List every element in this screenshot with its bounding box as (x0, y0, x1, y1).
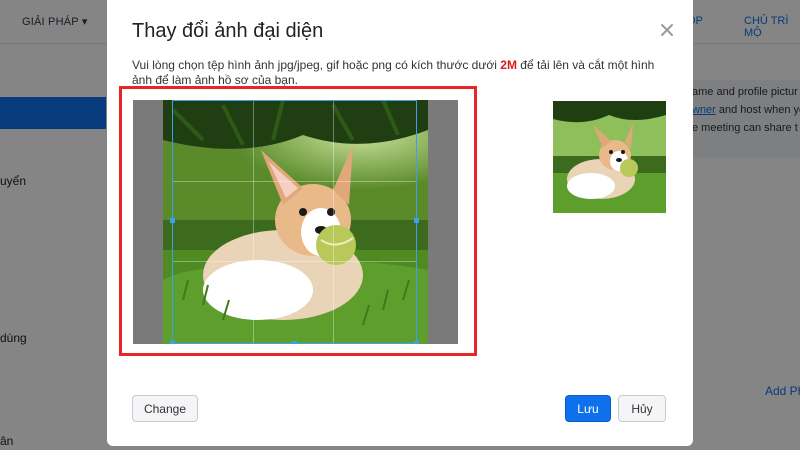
crop-handle-left[interactable] (170, 218, 175, 223)
crop-handle-bottom[interactable] (292, 341, 297, 344)
crop-selection-box[interactable] (170, 100, 419, 344)
dialog-title: Thay đổi ảnh đại diện (132, 20, 324, 42)
file-size-limit: 2M (500, 58, 517, 72)
cancel-button[interactable]: Hủy (618, 395, 666, 422)
description-text: Vui lòng chọn tệp hình ảnh jpg/jpeg, gif… (132, 58, 501, 72)
crop-handle-bottom-left[interactable] (170, 341, 175, 344)
dialog-description: Vui lòng chọn tệp hình ảnh jpg/jpeg, gif… (132, 58, 672, 88)
crop-grid-line (173, 180, 416, 182)
save-button[interactable]: Lưu (565, 395, 611, 422)
close-icon[interactable] (655, 18, 679, 42)
image-crop-area[interactable] (133, 100, 458, 344)
crop-grid-line (333, 101, 335, 343)
avatar-preview (553, 101, 666, 213)
change-button[interactable]: Change (132, 395, 198, 422)
change-avatar-dialog: Thay đổi ảnh đại diện Vui lòng chọn tệp … (107, 0, 693, 446)
crop-handle-right[interactable] (414, 218, 419, 223)
crop-grid-line (253, 101, 255, 343)
crop-grid-line (173, 260, 416, 262)
crop-handle-bottom-right[interactable] (414, 341, 419, 344)
